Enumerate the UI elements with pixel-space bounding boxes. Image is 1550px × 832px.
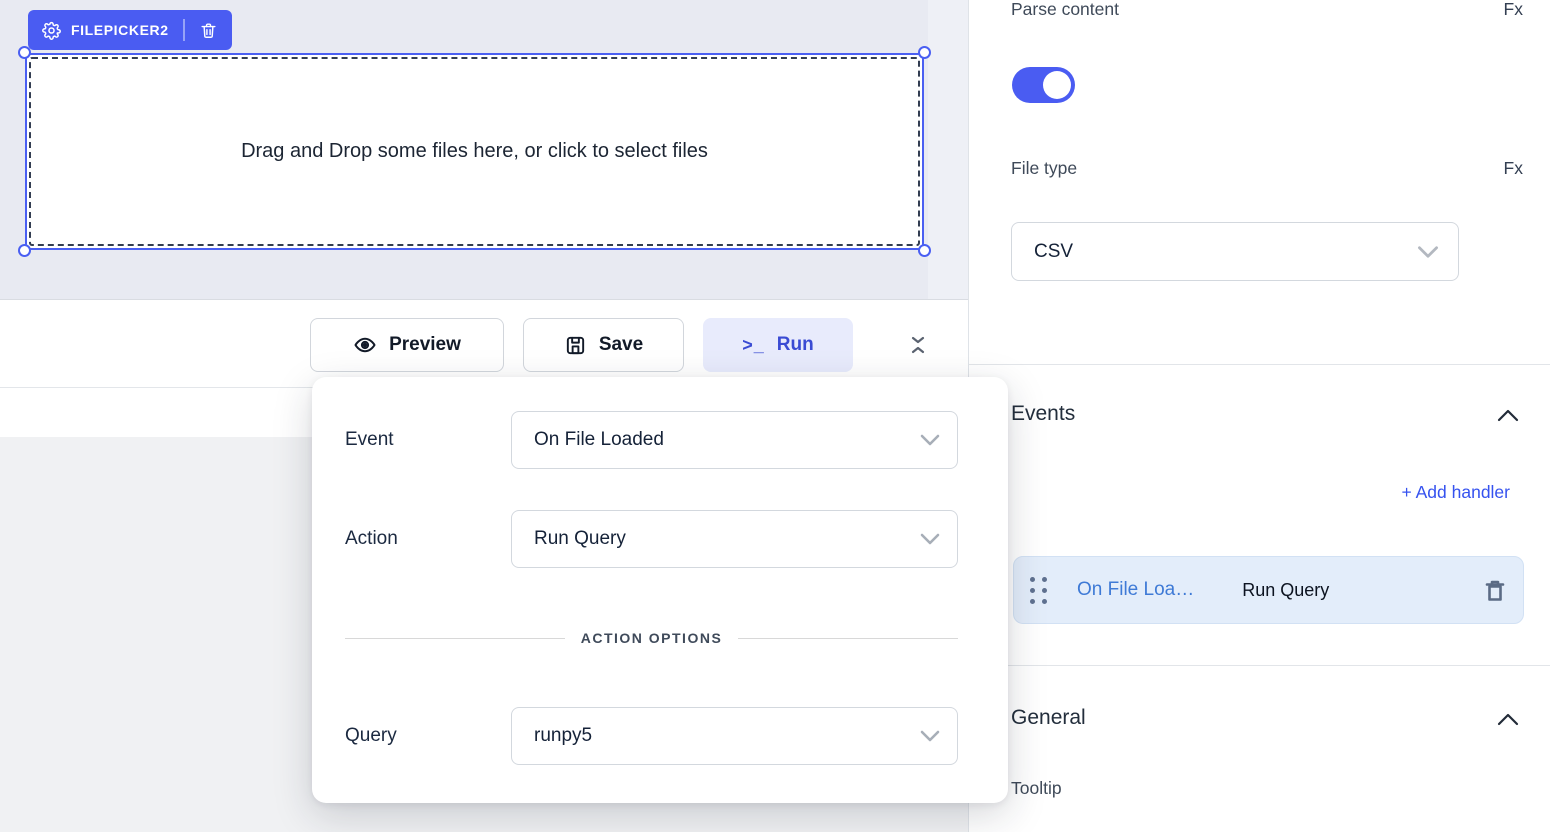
filepicker-widget[interactable]: Drag and Drop some files here, or click … (25, 53, 924, 250)
event-handler-row[interactable]: On File Loa… Run Query (1013, 556, 1524, 624)
label-divider (183, 19, 185, 41)
save-icon (564, 334, 587, 357)
action-select[interactable]: Run Query (511, 510, 958, 568)
tooltip-property-label: Tooltip (1011, 778, 1062, 799)
action-options-title: ACTION OPTIONS (581, 630, 723, 646)
delete-widget-trash-icon[interactable] (199, 21, 218, 40)
handler-event-name: On File Loa… (1077, 579, 1194, 601)
action-select-value: Run Query (534, 528, 626, 550)
file-type-label: File type (1011, 158, 1077, 179)
file-type-select[interactable]: CSV (1011, 222, 1459, 281)
query-select-value: runpy5 (534, 725, 592, 747)
preview-button-label: Preview (389, 334, 461, 356)
general-section-title: General (1011, 706, 1086, 730)
general-collapse-chevron-up-icon[interactable] (1496, 712, 1520, 727)
file-type-select-value: CSV (1034, 241, 1073, 263)
collapse-panel-icon[interactable] (898, 329, 938, 361)
chevron-down-icon (1416, 244, 1440, 259)
action-field-label: Action (345, 528, 511, 550)
query-select[interactable]: runpy5 (511, 707, 958, 765)
run-button-label: Run (777, 334, 814, 356)
dropzone-text: Drag and Drop some files here, or click … (241, 140, 708, 163)
event-field-label: Event (345, 429, 511, 451)
chevron-down-icon (919, 433, 941, 447)
section-divider (969, 665, 1550, 666)
parse-content-fx-button[interactable]: Fx (1504, 0, 1523, 20)
save-button-label: Save (599, 334, 643, 356)
app-canvas[interactable]: FILEPICKER2 Drag and Drop some files her… (0, 0, 968, 300)
query-toolbar: Preview Save >_ Run (0, 301, 968, 388)
widget-inspector-panel: Parse content Fx File type Fx CSV Events… (968, 0, 1550, 832)
widget-name-label: FILEPICKER2 (71, 22, 169, 38)
chevron-down-icon (919, 729, 941, 743)
event-select-value: On File Loaded (534, 429, 664, 451)
resize-handle-top-right[interactable] (918, 46, 931, 59)
event-select[interactable]: On File Loaded (511, 411, 958, 469)
canvas-right-gutter (928, 0, 968, 299)
gear-icon[interactable] (42, 21, 61, 40)
save-button[interactable]: Save (523, 318, 684, 372)
add-handler-link[interactable]: + Add handler (1402, 482, 1511, 503)
chevron-down-icon (919, 532, 941, 546)
section-divider (969, 364, 1550, 365)
events-collapse-chevron-up-icon[interactable] (1496, 408, 1520, 423)
preview-button[interactable]: Preview (310, 318, 504, 372)
file-type-fx-button[interactable]: Fx (1504, 158, 1523, 179)
query-field-label: Query (345, 725, 511, 747)
filepicker-dropzone[interactable]: Drag and Drop some files here, or click … (29, 57, 920, 246)
run-button[interactable]: >_ Run (703, 318, 853, 372)
toggle-knob (1043, 71, 1071, 99)
resize-handle-bottom-right[interactable] (918, 244, 931, 257)
drag-handle-icon[interactable] (1030, 577, 1047, 604)
event-handler-popover: Event On File Loaded Action Run Query AC… (312, 377, 1008, 803)
resize-handle-bottom-left[interactable] (18, 244, 31, 257)
eye-icon (353, 333, 377, 357)
terminal-prompt-icon: >_ (742, 335, 765, 356)
events-section-title: Events (1011, 402, 1075, 426)
parse-content-label: Parse content (1011, 0, 1119, 20)
selected-widget-tag[interactable]: FILEPICKER2 (28, 10, 232, 50)
delete-handler-trash-icon[interactable] (1483, 577, 1507, 603)
parse-content-toggle[interactable] (1012, 67, 1075, 103)
handler-action-name: Run Query (1242, 580, 1329, 601)
action-options-divider: ACTION OPTIONS (345, 623, 958, 653)
